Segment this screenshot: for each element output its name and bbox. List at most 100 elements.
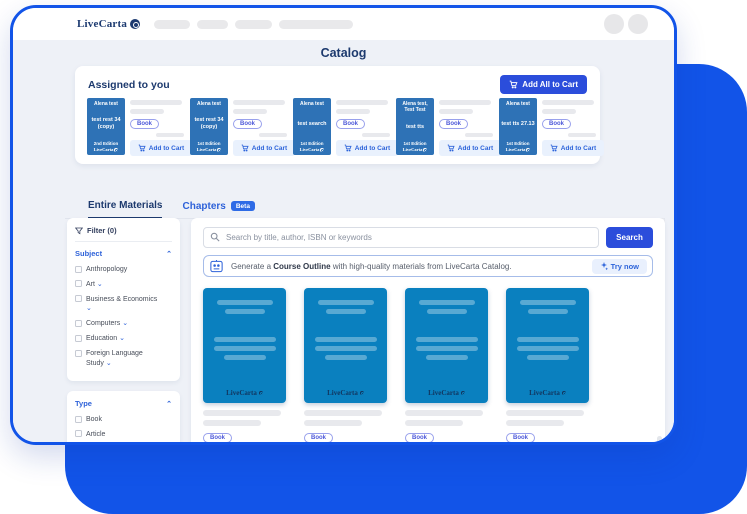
brand-badge-icon [259,391,263,395]
book-type-badge: Book [203,433,232,443]
checkbox[interactable] [75,350,82,357]
add-to-cart-button[interactable]: Add to Cart [233,140,295,156]
chevron-down-icon[interactable]: ⌄ [97,281,103,288]
subject-checkbox-row[interactable]: Art ⌄ [75,280,162,289]
tab-entire-materials[interactable]: Entire Materials [88,200,162,219]
filter-label: Filter (0) [87,226,117,235]
search-button[interactable]: Search [606,227,653,248]
checkbox-label: Article [86,430,105,439]
nav-item-placeholder[interactable] [197,20,228,29]
book-brand: LiveCarta [506,389,589,397]
cart-icon [509,80,518,89]
book-cover[interactable]: LiveCarta [506,288,589,403]
add-to-cart-button[interactable]: Add to Cart [130,140,192,156]
catalog-card: LiveCarta Book [405,288,488,445]
book-type-badge: Book [233,119,262,129]
catalog-card: LiveCarta Book [304,288,387,445]
nav-item-placeholder[interactable] [279,20,353,29]
cover-text-placeholder [427,309,467,314]
tab-chapters[interactable]: Chapters Beta [182,200,254,218]
book-type-badge: Book [304,433,333,443]
nav-item-placeholder[interactable] [154,20,190,29]
book-type-badge: Book [542,119,571,129]
brand-badge-icon [562,391,566,395]
filter-sidebar: Filter (0) Subject ⌃ Anthropology ⌄ [67,218,180,445]
book-edition: 1st Edition [506,141,529,146]
cover-text-placeholder [217,300,273,305]
filter-header[interactable]: Filter (0) [75,226,172,242]
cover-text-placeholder [419,300,475,305]
checkbox[interactable] [75,280,82,287]
chevron-down-icon[interactable]: ⌄ [86,305,92,312]
add-all-to-cart-button[interactable]: Add All to Cart [500,75,587,94]
add-to-cart-button[interactable]: Add to Cart [439,140,501,156]
type-checkbox-row[interactable]: Article [75,430,172,439]
subject-checkbox-row[interactable]: Anthropology ⌄ [75,265,162,274]
add-all-to-cart-label: Add All to Cart [522,80,578,89]
avatar[interactable] [628,14,648,34]
book-cover[interactable]: Alena test test rest 34 (copy) 1st Editi… [190,98,228,155]
page-title: Catalog [13,40,674,60]
book-cover[interactable]: LiveCarta [405,288,488,403]
type-section-header[interactable]: Type ⌃ [75,399,172,408]
search-input[interactable] [203,227,599,248]
nav-item-placeholder[interactable] [235,20,272,29]
catalog-card: LiveCarta Book [506,288,589,445]
book-brand: LiveCarta [506,147,531,152]
checkbox[interactable] [75,320,82,327]
subject-checkbox-row[interactable]: Computers ⌄ [75,319,162,328]
checkbox[interactable] [75,295,82,302]
search-icon [210,232,220,242]
book-cover[interactable]: Alena test test tts 27.13 1st Edition Li… [499,98,537,155]
assigned-item: Alena test, Test Test test tts 1st Editi… [396,98,493,156]
avatar[interactable] [604,14,624,34]
text-placeholder [465,133,493,137]
tab-label: Chapters [182,201,225,212]
magic-wand-icon [600,262,608,270]
book-brand: LiveCarta [403,147,428,152]
lower-area: Filter (0) Subject ⌃ Anthropology ⌄ [67,218,665,445]
section-title: Type [75,399,92,408]
book-title: test rest 34 (copy) [192,117,226,130]
banner-text: Generate a Course Outline with high-qual… [231,262,512,271]
checkbox[interactable] [75,335,82,342]
chevron-down-icon[interactable]: ⌄ [106,360,112,367]
catalog-grid: LiveCarta Book [203,288,653,445]
text-placeholder [259,133,287,137]
type-checkbox-row[interactable]: Book [75,415,172,424]
brand-badge-icon [461,391,465,395]
try-now-button[interactable]: Try now [592,259,647,274]
subject-checkbox-row[interactable]: Foreign Language Study ⌄ [75,349,162,368]
nav-placeholder [154,20,353,29]
subject-section-header[interactable]: Subject ⌃ [75,249,172,258]
assigned-item-meta: Book Add to Cart [439,98,493,156]
subject-checkbox-row[interactable]: Business & Economics ⌄ [75,295,162,314]
text-placeholder [405,420,463,426]
book-cover[interactable]: LiveCarta [304,288,387,403]
checkbox[interactable] [75,430,82,437]
add-to-cart-button[interactable]: Add to Cart [542,140,604,156]
cover-text-placeholder [325,355,367,360]
chevron-down-icon[interactable]: ⌄ [119,335,125,342]
checkbox-label: Education ⌄ [86,334,125,343]
chevron-down-icon[interactable]: ⌄ [122,320,128,327]
checkbox-label: Art ⌄ [86,280,103,289]
book-cover[interactable]: Alena test, Test Test test tts 1st Editi… [396,98,434,155]
text-placeholder [130,109,164,114]
logo[interactable]: LiveCarta [77,18,140,30]
book-cover[interactable]: Alena test test search 1st Edition LiveC… [293,98,331,155]
book-cover[interactable]: LiveCarta [203,288,286,403]
text-placeholder [439,100,491,105]
add-to-cart-button[interactable]: Add to Cart [336,140,398,156]
subject-checkbox-row[interactable]: Education ⌄ [75,334,162,343]
cart-icon [447,144,455,152]
text-placeholder [506,420,564,426]
checkbox[interactable] [75,416,82,423]
text-placeholder [203,420,261,426]
cover-text-placeholder [528,309,568,314]
book-brand: LiveCarta [304,389,387,397]
type-filter-card: Type ⌃ Book [67,391,180,445]
book-edition: 2nd Edition [94,141,119,146]
checkbox[interactable] [75,266,82,273]
book-cover[interactable]: Alena test test rest 34 (copy) 2nd Editi… [87,98,125,155]
